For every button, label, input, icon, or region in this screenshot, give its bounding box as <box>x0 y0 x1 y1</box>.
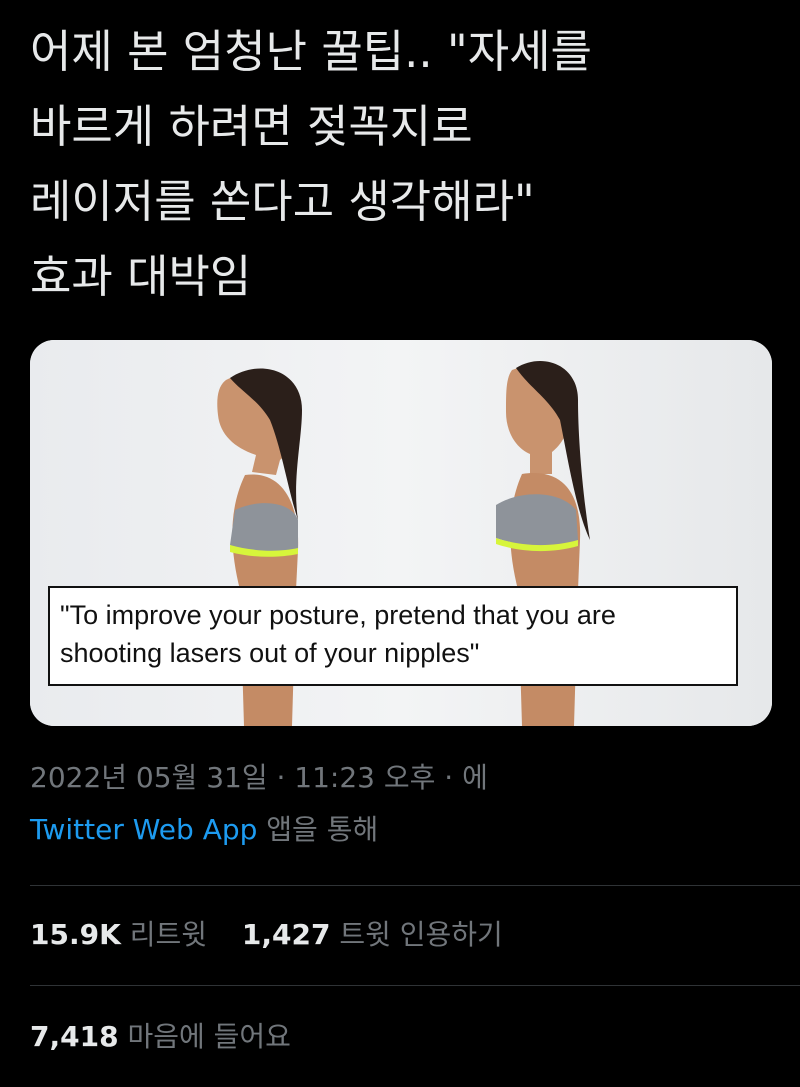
tweet-media-image[interactable]: "To improve your posture, pretend that y… <box>30 340 772 726</box>
quotes-count: 1,427 <box>241 918 331 951</box>
retweets-stat[interactable]: 15.9K 리트윗 <box>30 915 207 955</box>
divider <box>30 985 800 986</box>
tweet-text-line: 레이저를 쏜다고 생각해라" <box>30 175 535 228</box>
quote-tweets-stat[interactable]: 1,427 트윗 인용하기 <box>242 915 503 955</box>
tweet-text-line: 어제 본 엄청난 꿀팁.. "자세를 <box>30 25 592 78</box>
source-line: Twitter Web App 앱을 통해 <box>30 804 770 856</box>
likes-stat[interactable]: 7,418 마음에 들어요 <box>30 1017 291 1057</box>
image-caption: "To improve your posture, pretend that y… <box>48 586 738 686</box>
source-suffix: 앱을 통해 <box>257 813 379 846</box>
tweet-datetime[interactable]: 2022년 05월 31일 · 11:23 오후 · 에 <box>30 752 770 804</box>
quotes-label: 트윗 인용하기 <box>339 918 503 951</box>
likes-stats: 7,418 마음에 들어요 <box>30 1017 317 1057</box>
tweet-text-line: 바르게 하려면 젖꼭지로 <box>30 100 473 153</box>
divider <box>30 885 800 886</box>
tweet-text-line: 효과 대박임 <box>30 250 252 303</box>
likes-label: 마음에 들어요 <box>127 1020 291 1053</box>
retweets-label: 리트윗 <box>129 918 207 951</box>
tweet-meta: 2022년 05월 31일 · 11:23 오후 · 에 Twitter Web… <box>30 752 770 856</box>
caption-line: "To improve your posture, pretend that y… <box>60 600 616 630</box>
tweet-text: 어제 본 엄청난 꿀팁.. "자세를 바르게 하려면 젖꼭지로 레이저를 쏜다고… <box>30 14 780 314</box>
likes-count: 7,418 <box>30 1020 119 1053</box>
engagement-stats: 15.9K 리트윗 1,427 트윗 인용하기 <box>30 915 529 955</box>
retweets-count: 15.9K <box>30 918 121 951</box>
source-app-link[interactable]: Twitter Web App <box>30 813 257 846</box>
caption-line: shooting lasers out of your nipples" <box>60 638 480 668</box>
